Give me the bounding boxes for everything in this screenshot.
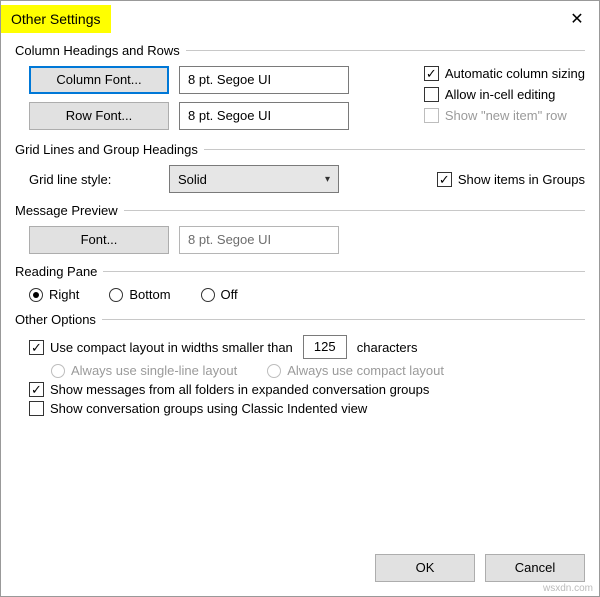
- reading-off-radio[interactable]: Off: [201, 287, 238, 302]
- dialog-footer: OK Cancel: [1, 544, 599, 596]
- radio-icon: [201, 288, 215, 302]
- preview-font-button[interactable]: Font...: [29, 226, 169, 254]
- titlebar: Other Settings ✕: [1, 1, 599, 37]
- close-icon: ✕: [570, 9, 583, 29]
- legend-divider: [124, 210, 585, 211]
- grid-style-value: Solid: [178, 172, 207, 187]
- close-button[interactable]: ✕: [555, 3, 599, 35]
- reading-off-label: Off: [221, 287, 238, 302]
- grid-style-label: Grid line style:: [29, 172, 159, 187]
- checkbox-icon: ✓: [29, 340, 44, 355]
- column-font-value[interactable]: 8 pt. Segoe UI: [179, 66, 349, 94]
- legend-divider: [204, 149, 585, 150]
- reading-bottom-label: Bottom: [129, 287, 170, 302]
- ok-button[interactable]: OK: [375, 554, 475, 582]
- show-new-item-checkbox: Show "new item" row: [424, 108, 585, 123]
- reading-legend-label: Reading Pane: [15, 264, 97, 279]
- classic-indent-label: Show conversation groups using Classic I…: [50, 401, 367, 416]
- grid-style-select[interactable]: Solid ▾: [169, 165, 339, 193]
- checkbox-icon: [29, 401, 44, 416]
- auto-column-sizing-checkbox[interactable]: ✓ Automatic column sizing: [424, 66, 585, 81]
- other-legend-label: Other Options: [15, 312, 96, 327]
- other-settings-dialog: Other Settings ✕ Column Headings and Row…: [0, 0, 600, 597]
- allow-incell-editing-checkbox[interactable]: Allow in-cell editing: [424, 87, 585, 102]
- radio-icon: [109, 288, 123, 302]
- checkbox-icon: [424, 108, 439, 123]
- always-single-radio: Always use single-line layout: [51, 363, 237, 378]
- reading-right-radio[interactable]: Right: [29, 287, 79, 302]
- radio-icon: [267, 364, 281, 378]
- compact-width-input[interactable]: 125: [303, 335, 347, 359]
- columns-legend: Column Headings and Rows: [15, 43, 585, 58]
- always-single-label: Always use single-line layout: [71, 363, 237, 378]
- radio-icon: [51, 364, 65, 378]
- compact-layout-checkbox[interactable]: ✓ Use compact layout in widths smaller t…: [29, 340, 293, 355]
- checkbox-icon: ✓: [437, 172, 452, 187]
- gridlines-legend: Grid Lines and Group Headings: [15, 142, 585, 157]
- window-title: Other Settings: [1, 5, 111, 33]
- dialog-body: Column Headings and Rows Column Font... …: [1, 37, 599, 544]
- reading-right-label: Right: [49, 287, 79, 302]
- gridlines-legend-label: Grid Lines and Group Headings: [15, 142, 198, 157]
- column-font-button[interactable]: Column Font...: [29, 66, 169, 94]
- compact-layout-suffix: characters: [357, 340, 418, 355]
- radio-icon: [29, 288, 43, 302]
- allow-incell-editing-label: Allow in-cell editing: [445, 87, 556, 102]
- cancel-button[interactable]: Cancel: [485, 554, 585, 582]
- checkbox-icon: [424, 87, 439, 102]
- always-compact-radio: Always use compact layout: [267, 363, 444, 378]
- show-msgs-checkbox[interactable]: ✓ Show messages from all folders in expa…: [29, 382, 429, 397]
- legend-divider: [102, 319, 585, 320]
- legend-divider: [103, 271, 585, 272]
- show-items-groups-checkbox[interactable]: ✓ Show items in Groups: [437, 172, 585, 187]
- row-font-button[interactable]: Row Font...: [29, 102, 169, 130]
- other-legend: Other Options: [15, 312, 585, 327]
- always-compact-label: Always use compact layout: [287, 363, 444, 378]
- classic-indent-checkbox[interactable]: Show conversation groups using Classic I…: [29, 401, 367, 416]
- chevron-down-icon: ▾: [325, 174, 330, 185]
- row-font-value[interactable]: 8 pt. Segoe UI: [179, 102, 349, 130]
- preview-legend-label: Message Preview: [15, 203, 118, 218]
- preview-legend: Message Preview: [15, 203, 585, 218]
- checkbox-icon: ✓: [29, 382, 44, 397]
- show-msgs-label: Show messages from all folders in expand…: [50, 382, 429, 397]
- show-new-item-label: Show "new item" row: [445, 108, 567, 123]
- columns-legend-label: Column Headings and Rows: [15, 43, 180, 58]
- preview-font-value: 8 pt. Segoe UI: [179, 226, 339, 254]
- reading-bottom-radio[interactable]: Bottom: [109, 287, 170, 302]
- checkbox-icon: ✓: [424, 66, 439, 81]
- legend-divider: [186, 50, 585, 51]
- auto-column-sizing-label: Automatic column sizing: [445, 66, 585, 81]
- show-items-groups-label: Show items in Groups: [458, 172, 585, 187]
- reading-legend: Reading Pane: [15, 264, 585, 279]
- compact-layout-prefix: Use compact layout in widths smaller tha…: [50, 340, 293, 355]
